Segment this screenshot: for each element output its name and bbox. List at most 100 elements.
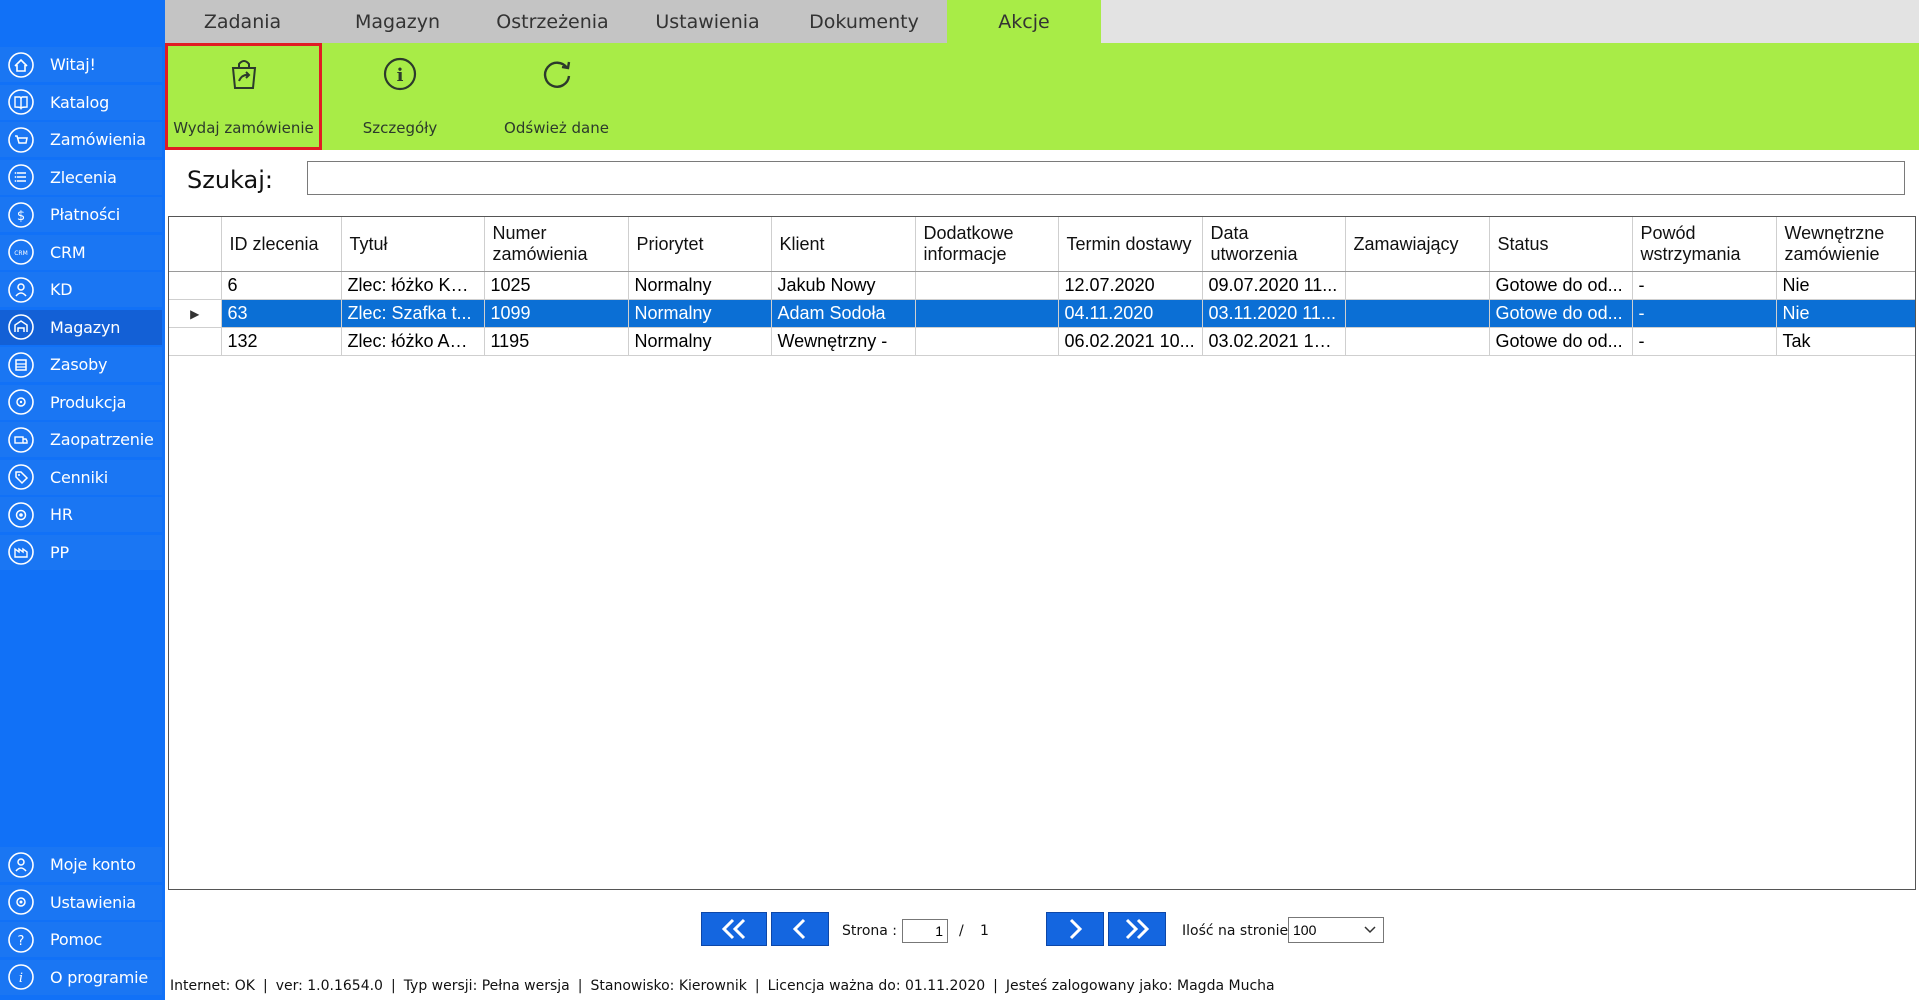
table-cell: Nie [1776,299,1915,328]
table-cell: Adam Sodoła [771,299,916,328]
sidebar-item-label: Zamówienia [50,130,146,149]
sidebar-item-pomoc[interactable]: ? Pomoc [0,922,162,957]
status-user: Jesteś zalogowany jako: Magda Mucha [1005,978,1275,994]
page-number-input[interactable] [902,919,948,943]
dollar-icon: $ [0,197,42,232]
table-cell [915,299,1059,328]
crm-icon: CRM [0,235,42,270]
sidebar-item-pp[interactable]: PP [0,534,162,570]
first-page-button[interactable] [701,912,767,946]
table-cell [1345,327,1490,356]
table-cell [915,327,1059,356]
sidebar-item-o-programie[interactable]: i O programie [0,959,162,995]
table-cell: 1099 [484,299,629,328]
sidebar-item-label: O programie [50,967,149,987]
table-cell: 1195 [484,327,629,356]
tab-akcje[interactable]: Akcje [947,0,1101,43]
next-page-button[interactable] [1046,912,1104,946]
table-cell: Tak [1776,327,1915,356]
issue-order-button[interactable]: Wydaj zamówienie [165,43,322,150]
sidebar-item-hr[interactable]: HR [0,497,162,532]
tab-ustawienia[interactable]: Ustawienia [630,0,785,43]
column-header[interactable]: Dodatkowe informacje [915,217,1059,272]
column-header[interactable]: Tytuł [341,217,485,272]
table-row[interactable]: 6 Zlec: łóżko Kol... 1025 Normalny Jakub Now… [169,271,1915,300]
action-ribbon: Wydaj zamówienie i Szczegóły Odśwież dane [165,43,1919,150]
column-header[interactable]: ID zlecenia [221,217,342,272]
column-header[interactable]: Klient [771,217,916,272]
sidebar-item-label: Ustawienia [50,892,136,912]
prev-page-button[interactable] [771,912,829,946]
column-header[interactable]: Numer zamówienia [484,217,629,272]
details-button[interactable]: i Szczegóły [322,43,478,150]
svg-text:?: ? [18,934,25,949]
search-label: Szukaj: [187,166,273,194]
settings-icon [0,885,42,920]
production-icon [0,385,42,420]
column-header[interactable]: Status [1489,217,1633,272]
table-cell: Jakub Nowy [771,271,916,300]
truck-icon [0,422,42,457]
column-header[interactable]: Termin dostawy [1058,217,1203,272]
sidebar-item-kd[interactable]: KD [0,272,162,307]
resources-icon [0,347,42,382]
details-icon: i [380,51,420,97]
sidebar-item-label: Witaj! [50,55,96,74]
warehouse-icon [0,310,42,345]
sidebar-item-witaj[interactable]: Witaj! [0,47,162,82]
info-icon: i [0,960,42,995]
tab-bar: Zadania Magazyn Ostrzeżenia Ustawienia Dokum… [165,0,1919,43]
sidebar-item-zamówienia[interactable]: Zamówienia [0,122,162,157]
refresh-icon [537,51,577,97]
table-cell: 04.11.2020 [1058,299,1203,328]
tab-zadania[interactable]: Zadania [165,0,320,43]
sidebar-item-moje-konto[interactable]: Moje konto [0,847,162,882]
search-input[interactable] [307,161,1905,195]
column-header[interactable]: Wewnętrzne zamówienie [1776,217,1915,272]
status-version: ver: 1.0.1654.0 [275,978,383,994]
svg-text:i: i [19,971,23,986]
row-indicator-header[interactable] [169,217,222,272]
sidebar-item-produkcja[interactable]: Produkcja [0,384,162,420]
sidebar-item-label: Produkcja [50,392,127,412]
sidebar-item-label: Pomoc [50,930,103,949]
sidebar-item-katalog[interactable]: Katalog [0,84,162,120]
pp-icon [0,535,42,570]
chevron-left-icon [792,918,806,940]
sidebar-item-ustawienia[interactable]: Ustawienia [0,884,162,920]
sidebar-item-label: Zlecenia [50,167,117,187]
sidebar-item-magazyn[interactable]: Magazyn [0,309,162,345]
table-cell: Normalny [628,271,772,300]
sidebar-item-label: Katalog [50,92,110,112]
column-header[interactable]: Data utworzenia [1202,217,1346,272]
tab-magazyn[interactable]: Magazyn [320,0,475,43]
tab-dokumenty[interactable]: Dokumenty [785,0,943,43]
sidebar-item-zaopatrzenie[interactable]: Zaopatrzenie [0,422,162,457]
table-row[interactable]: 132 Zlec: łóżko AR... 1195 Normalny Wewnętrz… [169,327,1915,356]
table-cell: 12.07.2020 [1058,271,1203,300]
tab-ostrzeżenia[interactable]: Ostrzeżenia [475,0,630,43]
sidebar-item-cenniki[interactable]: Cenniki [0,459,162,495]
table-row[interactable]: ▶ 63 Zlec: Szafka t... 1099 Normalny Adam Sod… [169,299,1915,328]
sidebar-item-label: KD [50,280,73,299]
sidebar-item-płatności[interactable]: $ Płatności [0,197,162,232]
sidebar-item-label: Płatności [50,205,120,224]
last-page-button[interactable] [1108,912,1166,946]
svg-text:CRM: CRM [14,250,28,257]
sidebar-item-label: Zasoby [50,355,108,374]
orders-table: ID zlecenia Tytuł Numer zamówienia Prioryte… [169,217,1915,356]
sidebar-item-zasoby[interactable]: Zasoby [0,347,162,382]
sidebar-item-zlecenia[interactable]: Zlecenia [0,159,162,195]
issue-order-icon [224,51,264,97]
hr-icon [0,497,42,532]
status-edition: Typ wersji: Pełna wersja [403,978,570,994]
per-page-select[interactable]: 100 [1288,917,1384,943]
table-cell: Zlec: Szafka t... [341,299,485,328]
column-header[interactable]: Zamawiający [1345,217,1490,272]
refresh-button[interactable]: Odśwież dane [478,43,635,150]
column-header[interactable]: Powód wstrzymania [1632,217,1777,272]
column-header[interactable]: Priorytet [628,217,772,272]
status-bar: Internet: OK | ver: 1.0.1654.0 | Typ wersji:… [170,978,1275,994]
sidebar-item-crm[interactable]: CRM CRM [0,234,162,270]
row-indicator [169,271,222,300]
